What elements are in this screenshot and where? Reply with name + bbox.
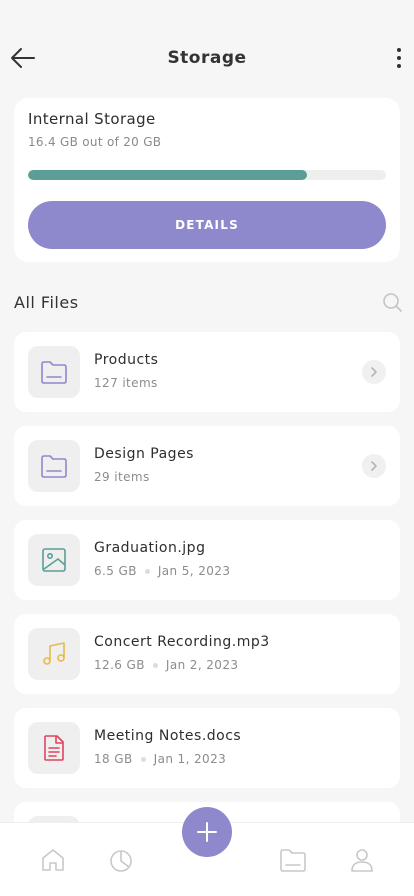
plus-icon bbox=[197, 822, 217, 842]
file-icon-container bbox=[28, 722, 80, 774]
more-vertical-icon bbox=[397, 48, 401, 68]
nav-home[interactable] bbox=[40, 847, 66, 873]
file-name: Meeting Notes.docs bbox=[94, 728, 242, 744]
details-button[interactable]: DETAILS bbox=[28, 201, 386, 249]
nav-files[interactable] bbox=[279, 847, 306, 873]
file-icon-container bbox=[28, 440, 80, 492]
file-meta: 127 items bbox=[94, 376, 158, 390]
item-count: 127 items bbox=[94, 376, 158, 390]
file-icon-container bbox=[28, 628, 80, 680]
file-name: Design Pages bbox=[94, 446, 194, 462]
chevron-right-icon bbox=[371, 367, 377, 377]
search-icon bbox=[383, 293, 402, 312]
chevron-right-icon bbox=[371, 461, 377, 471]
file-meta: 29 items bbox=[94, 470, 150, 484]
file-icon-container bbox=[28, 346, 80, 398]
nav-profile[interactable] bbox=[349, 847, 375, 873]
file-date: Jan 2, 2023 bbox=[165, 658, 239, 672]
list-item-products[interactable]: Products 127 items bbox=[14, 332, 400, 412]
file-size: 12.6 GB bbox=[94, 658, 145, 672]
image-icon bbox=[42, 548, 66, 572]
nav-statistics[interactable] bbox=[109, 847, 135, 873]
storage-card: Internal Storage 16.4 GB out of 20 GB DE… bbox=[14, 98, 400, 262]
folder-icon bbox=[41, 455, 67, 478]
file-meta: 12.6 GB Jan 2, 2023 bbox=[94, 658, 238, 672]
app-header: Storage bbox=[0, 36, 414, 80]
list-item-meeting-notes[interactable]: Meeting Notes.docs 18 GB Jan 1, 2023 bbox=[14, 708, 400, 788]
item-count: 29 items bbox=[94, 470, 150, 484]
music-icon bbox=[43, 642, 65, 665]
file-icon-container bbox=[28, 534, 80, 586]
home-icon bbox=[42, 849, 64, 871]
folder-icon bbox=[280, 849, 306, 872]
storage-progress-bar bbox=[28, 170, 386, 180]
separator-dot bbox=[152, 662, 158, 668]
open-folder-button[interactable] bbox=[362, 454, 386, 478]
file-name: Graduation.jpg bbox=[94, 540, 206, 556]
folder-icon bbox=[41, 361, 67, 384]
page-title: Storage bbox=[167, 48, 247, 68]
file-name: Concert Recording.mp3 bbox=[94, 634, 270, 650]
list-item-graduation[interactable]: Graduation.jpg 6.5 GB Jan 5, 2023 bbox=[14, 520, 400, 600]
file-name: Products bbox=[94, 352, 159, 368]
storage-title: Internal Storage bbox=[28, 110, 156, 128]
add-button[interactable] bbox=[182, 807, 232, 857]
separator-dot bbox=[144, 568, 150, 574]
user-icon bbox=[351, 849, 373, 872]
file-meta: 6.5 GB Jan 5, 2023 bbox=[94, 564, 230, 578]
storage-usage-text: 16.4 GB out of 20 GB bbox=[28, 135, 162, 149]
list-item-concert-recording[interactable]: Concert Recording.mp3 12.6 GB Jan 2, 202… bbox=[14, 614, 400, 694]
file-list: Products 127 items Design Pages 29 items bbox=[14, 332, 400, 832]
search-button[interactable] bbox=[382, 292, 402, 312]
file-size: 6.5 GB bbox=[94, 564, 137, 578]
separator-dot bbox=[140, 756, 146, 762]
document-icon bbox=[44, 735, 64, 761]
more-options-button[interactable] bbox=[394, 46, 404, 70]
storage-progress-fill bbox=[28, 170, 308, 180]
file-date: Jan 5, 2023 bbox=[157, 564, 231, 578]
file-date: Jan 1, 2023 bbox=[153, 752, 227, 766]
open-folder-button[interactable] bbox=[362, 360, 386, 384]
pie-chart-icon bbox=[110, 850, 132, 872]
all-files-heading: All Files bbox=[14, 293, 79, 312]
file-meta: 18 GB Jan 1, 2023 bbox=[94, 752, 226, 766]
list-item-design-pages[interactable]: Design Pages 29 items bbox=[14, 426, 400, 506]
file-size: 18 GB bbox=[94, 752, 133, 766]
